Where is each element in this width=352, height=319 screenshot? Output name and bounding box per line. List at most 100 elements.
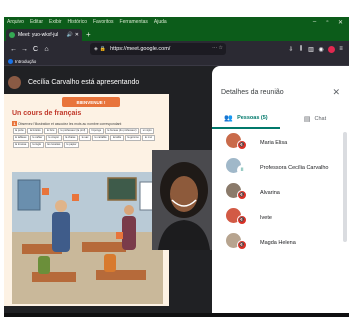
vocab-item: un stylo: [140, 127, 155, 134]
vocab-item: la règle: [30, 141, 44, 148]
presenter-label: Cecília Carvalho está apresentando: [28, 78, 140, 86]
slide-instruction: 1 Observez l'illustration et associez les…: [12, 121, 121, 126]
vocab-item: la table: [110, 134, 124, 141]
participant-name: Professora Cecília Carvalho: [260, 164, 329, 171]
menu-item-favoritos[interactable]: Favoritos: [93, 19, 114, 25]
instruction-text: Observez l'illustration et associez les …: [18, 122, 122, 126]
vocab-item: le professeur (la prof): [58, 127, 88, 134]
close-window-icon[interactable]: ✕: [334, 19, 347, 26]
vocab-item: le papier: [64, 141, 79, 148]
page-actions-icon[interactable]: ··· ☆: [212, 45, 223, 51]
participant-name: Magda Helena: [260, 239, 296, 246]
slide-banner: BIENVENUE !: [62, 97, 120, 107]
home-icon[interactable]: ⌂: [41, 46, 52, 53]
url-bar[interactable]: ◈ 🔒 https://meet.google.com/ ··· ☆: [90, 43, 226, 55]
account-icon[interactable]: ◉: [316, 46, 326, 53]
extension-icon[interactable]: [327, 45, 335, 53]
vocab-item: le cartable: [92, 134, 110, 141]
vocab-item: le crayon: [46, 134, 62, 141]
vocabulary-list: la porte la fenêtre le livre le professe…: [12, 127, 162, 149]
panel-scrollbar[interactable]: [343, 132, 347, 242]
bookmark-favicon-icon: [8, 58, 13, 64]
bookmark-introducao[interactable]: Introdução: [15, 59, 36, 64]
menu-item-arquivo[interactable]: Arquivo: [7, 19, 24, 25]
vocab-item: le bureau (du professeur): [104, 127, 140, 134]
browser-window: Arquivo Editar Exibir Histórico Favorito…: [4, 17, 349, 317]
chat-icon: ▤: [303, 116, 311, 123]
mic-muted-icon: 🔇: [237, 215, 247, 225]
participant-list: 🔇 Maria Elisa ıı Professora Cecília Carv…: [212, 130, 349, 255]
vocab-item: les lunettes: [44, 141, 63, 148]
vocab-item: la chaise: [62, 134, 78, 141]
shield-icon: ◈: [94, 46, 98, 52]
slide-title: Un cours de français: [12, 110, 82, 117]
tab-chat-label: Chat: [314, 116, 327, 122]
url-text: https://meet.google.com/: [110, 46, 171, 52]
navigation-bar: ← → C ⌂ ◈ 🔒 https://meet.google.com/ ···…: [4, 41, 349, 57]
back-arrow-icon[interactable]: ←: [8, 46, 19, 53]
presentation-slide: BIENVENUE ! Un cours de français 1 Observ…: [4, 94, 169, 306]
speaker-icon[interactable]: 🔊: [67, 32, 73, 38]
downloads-icon[interactable]: ⇩: [286, 46, 296, 53]
minimize-icon[interactable]: –: [308, 19, 321, 25]
meet-content: Cecília Carvalho está apresentando BIENV…: [4, 66, 349, 313]
vocab-item: le livre: [44, 127, 57, 134]
tab-people[interactable]: 👥 Pessoas (5): [212, 109, 280, 129]
lock-icon: 🔒: [99, 46, 107, 52]
bookmarks-bar: Introdução: [4, 57, 349, 66]
list-item[interactable]: 🔇 Alvarina: [212, 180, 349, 205]
meet-favicon-icon: [9, 32, 15, 38]
presenter-bar: Cecília Carvalho está apresentando: [8, 75, 208, 89]
sidebar-icon[interactable]: ▥: [306, 46, 316, 53]
list-item[interactable]: 🔇 Magda Helena: [212, 230, 349, 255]
self-video-tile: [152, 150, 214, 250]
tab-title: Meet: yuo-wkxf-jul: [18, 32, 59, 38]
menu-item-ajuda[interactable]: Ajuda: [154, 19, 167, 25]
new-tab-button[interactable]: +: [86, 30, 91, 39]
mic-muted-icon: 🔇: [237, 240, 247, 250]
people-icon: 👥: [224, 115, 234, 122]
maximize-icon[interactable]: ▫: [321, 19, 334, 25]
menu-icon[interactable]: ≡: [336, 46, 346, 52]
vocab-item: la trousse: [12, 141, 29, 148]
menu-item-ferramentas[interactable]: Ferramentas: [120, 19, 148, 25]
participant-name: Maria Elisa: [260, 139, 288, 146]
toolbar-icons: ⇩ ⫼ ▥ ◉ ≡: [286, 41, 346, 57]
tab-strip: Meet: yuo-wkxf-jul 🔊 ✕ +: [4, 27, 349, 41]
panel-title: Detalhes da reunião: [221, 89, 284, 96]
vocab-item: le cahier: [30, 134, 45, 141]
close-tab-icon[interactable]: ✕: [75, 32, 79, 38]
reload-icon[interactable]: C: [30, 46, 41, 53]
list-item[interactable]: ıı Professora Cecília Carvalho: [212, 155, 349, 180]
tab-meet[interactable]: Meet: yuo-wkxf-jul 🔊 ✕: [6, 29, 82, 41]
speaking-icon: ıı: [237, 165, 247, 175]
vocab-item: l'éponge: [88, 127, 104, 134]
library-icon[interactable]: ⫼: [296, 46, 306, 53]
vocab-item: la fenêtre: [27, 127, 44, 134]
taskbar: [4, 313, 349, 317]
vocab-item: le tableau: [12, 134, 29, 141]
list-item[interactable]: 🔇 Ivete: [212, 205, 349, 230]
menu-bar: Arquivo Editar Exibir Histórico Favorito…: [4, 17, 349, 27]
avatar: [8, 75, 21, 89]
menu-item-historico[interactable]: Histórico: [68, 19, 87, 25]
vocab-item: la porte: [12, 127, 27, 134]
tab-chat[interactable]: ▤ Chat: [281, 109, 349, 129]
mic-muted-icon: 🔇: [237, 140, 247, 150]
vocab-item: la gomme: [124, 134, 142, 141]
participant-name: Alvarina: [260, 189, 280, 196]
participant-name: Ivete: [260, 214, 272, 221]
mic-muted-icon: 🔇: [237, 190, 247, 200]
classroom-illustration: [12, 172, 163, 304]
menu-item-editar[interactable]: Editar: [30, 19, 43, 25]
menu-item-exibir[interactable]: Exibir: [49, 19, 62, 25]
close-icon[interactable]: ✕: [332, 87, 340, 98]
vocab-item: le sac: [79, 134, 91, 141]
tab-people-label: Pessoas (5): [237, 115, 268, 121]
forward-arrow-icon[interactable]: →: [19, 46, 30, 53]
person-video-feed: [152, 150, 214, 250]
window-controls: – ▫ ✕: [308, 17, 347, 27]
list-item[interactable]: 🔇 Maria Elisa: [212, 130, 349, 155]
instruction-number: 1: [12, 121, 17, 126]
vocab-item: le mur: [142, 134, 155, 141]
